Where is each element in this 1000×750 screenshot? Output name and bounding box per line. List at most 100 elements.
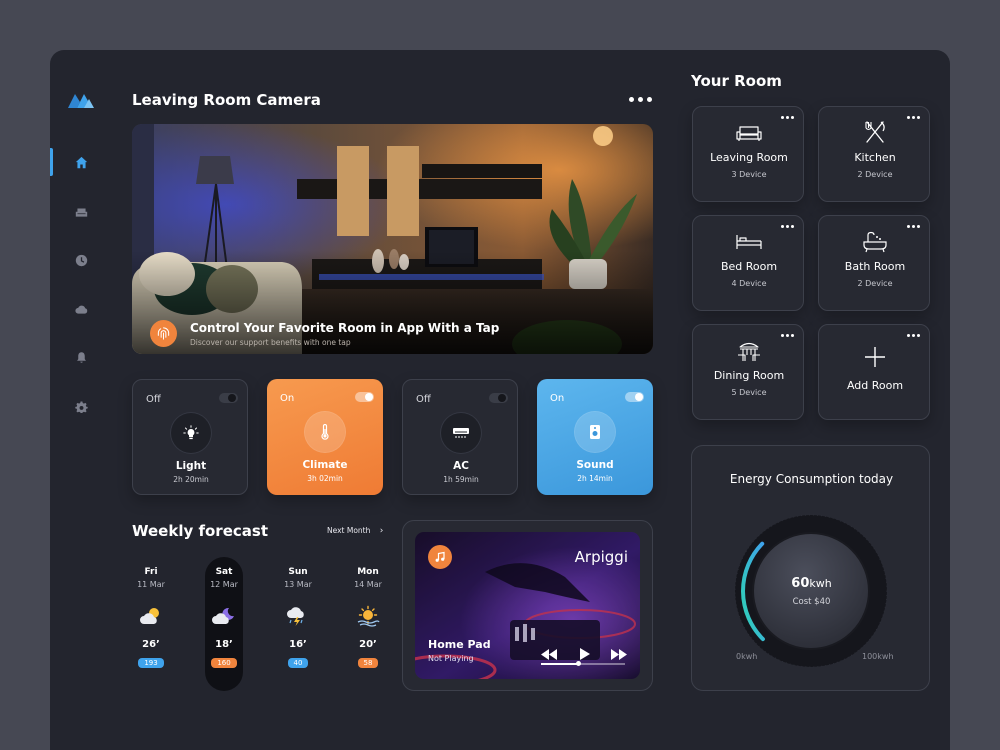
day-name: Mon: [357, 567, 379, 577]
rooms-title: Your Room: [691, 72, 782, 90]
room-card-dining-room[interactable]: Dining Room 5 Device: [692, 324, 804, 420]
day-name: Sun: [288, 567, 308, 577]
room-device-count: 3 Device: [731, 170, 767, 179]
energy-gauge: [734, 514, 888, 668]
brand-logo: [68, 94, 94, 108]
cloud-icon: [74, 305, 87, 314]
device-toggle[interactable]: [219, 393, 238, 403]
device-runtime: 2h 14min: [577, 474, 613, 483]
room-device-count: 4 Device: [731, 279, 767, 288]
day-badge: 58: [357, 658, 379, 668]
fast-forward-icon: [611, 648, 627, 660]
device-runtime: 2h 20min: [173, 475, 209, 484]
next-month-label: Next Month: [327, 526, 371, 535]
day-date: 14 Mar: [354, 580, 382, 589]
room-card-bath-room[interactable]: Bath Room 2 Device: [818, 215, 930, 311]
bell-icon: [76, 351, 86, 363]
camera-feed[interactable]: Control Your Favorite Room in App With a…: [132, 124, 653, 354]
partly-cloudy-icon: [131, 601, 171, 631]
room-more-button[interactable]: [907, 334, 920, 337]
device-state: Off: [416, 394, 431, 405]
energy-unit: kwh: [809, 577, 832, 590]
room-device-count: 5 Device: [731, 388, 767, 397]
device-toggle[interactable]: [625, 392, 644, 402]
camera-banner-title: Control Your Favorite Room in App With a…: [190, 321, 500, 335]
device-card-sound[interactable]: On Sound 2h 14min: [537, 379, 653, 495]
play-button[interactable]: [577, 647, 593, 661]
device-state: On: [550, 393, 565, 404]
sidebar-item-settings[interactable]: [50, 393, 112, 421]
room-name: Bed Room: [720, 260, 778, 273]
device-card-light[interactable]: Off Light 2h 20min: [132, 379, 248, 495]
sidebar-item-history[interactable]: [50, 246, 112, 274]
room-more-button[interactable]: [781, 116, 794, 119]
room-card-leaving-room[interactable]: Leaving Room 3 Device: [692, 106, 804, 202]
room-more-button[interactable]: [781, 334, 794, 337]
forecast-day-sun[interactable]: Sun 13 Mar 16’ 40: [278, 567, 318, 669]
sidebar: [50, 50, 112, 750]
sidebar-item-cloud[interactable]: [50, 295, 112, 323]
room-more-button[interactable]: [781, 225, 794, 228]
lightbulb-icon: [171, 413, 211, 453]
day-date: 13 Mar: [284, 580, 312, 589]
sidebar-item-notifications[interactable]: [50, 343, 112, 371]
energy-min-label: 0kwh: [736, 652, 758, 661]
room-card-bed-room[interactable]: Bed Room 4 Device: [692, 215, 804, 311]
energy-max-label: 100kwh: [862, 652, 894, 661]
sunny-icon: [348, 601, 388, 631]
device-toggle[interactable]: [489, 393, 508, 403]
forecast-day-fri[interactable]: Fri 11 Mar 26’ 193: [131, 567, 171, 669]
room-name: Leaving Room: [710, 151, 788, 164]
device-runtime: 3h 02min: [307, 474, 343, 483]
device-card-climate[interactable]: On Climate 3h 02min: [267, 379, 383, 495]
day-name: Sat: [215, 567, 233, 577]
day-name: Fri: [144, 567, 158, 577]
room-device-count: 2 Device: [857, 279, 893, 288]
playback-progress[interactable]: [541, 661, 625, 666]
plus-icon: [819, 345, 931, 369]
room-name: Dining Room: [713, 369, 785, 382]
device-card-ac[interactable]: Off AC 1h 59min: [402, 379, 518, 495]
track-title: Arpiggi: [574, 548, 628, 566]
room-more-button[interactable]: [907, 225, 920, 228]
play-icon: [580, 648, 590, 660]
bathtub-icon: [819, 230, 931, 254]
speaker-icon: [575, 412, 615, 452]
room-card-kitchen[interactable]: Kitchen 2 Device: [818, 106, 930, 202]
chevron-right-icon: ›: [379, 526, 384, 536]
clock-icon: [75, 254, 87, 266]
device-state: Off: [146, 394, 161, 405]
room-name: Kitchen: [854, 151, 896, 164]
dining-icon: [693, 339, 805, 363]
music-player[interactable]: Arpiggi Home Pad Not Playing: [415, 532, 640, 679]
room-device-count: 2 Device: [857, 170, 893, 179]
playback-status: Not Playing: [428, 654, 474, 663]
device-name: Climate: [302, 459, 348, 471]
sidebar-item-home[interactable]: [50, 148, 112, 176]
room-name: Add Room: [846, 379, 904, 392]
playback-progress-fill: [541, 663, 579, 665]
forecast-day-mon[interactable]: Mon 14 Mar 20’ 58: [348, 567, 388, 669]
add-room-button[interactable]: Add Room: [818, 324, 930, 420]
day-badge: 160: [211, 658, 237, 668]
energy-card: Energy Consumption today 60kwh Cost $40 …: [691, 445, 930, 691]
fork-knife-icon: [819, 121, 931, 145]
device-runtime: 1h 59min: [443, 475, 479, 484]
fast-forward-button[interactable]: [611, 647, 627, 661]
sofa-icon: [75, 207, 87, 217]
forecast-title: Weekly forecast: [132, 522, 268, 540]
sidebar-item-rooms[interactable]: [50, 198, 112, 226]
rewind-button[interactable]: [541, 647, 557, 661]
bed-icon: [693, 230, 805, 254]
room-more-button[interactable]: [907, 116, 920, 119]
day-badge: 40: [287, 658, 309, 668]
device-name: Light: [175, 460, 207, 472]
camera-more-button[interactable]: [629, 97, 652, 102]
forecast-day-sat[interactable]: Sat 12 Mar 18’ 160: [204, 567, 244, 669]
music-player-card: Arpiggi Home Pad Not Playing: [402, 520, 653, 691]
room-name: Bath Room: [844, 260, 906, 273]
day-date: 11 Mar: [137, 580, 165, 589]
next-month-link[interactable]: Next Month ›: [327, 526, 383, 536]
device-toggle[interactable]: [355, 392, 374, 402]
fingerprint-icon[interactable]: [150, 320, 177, 347]
